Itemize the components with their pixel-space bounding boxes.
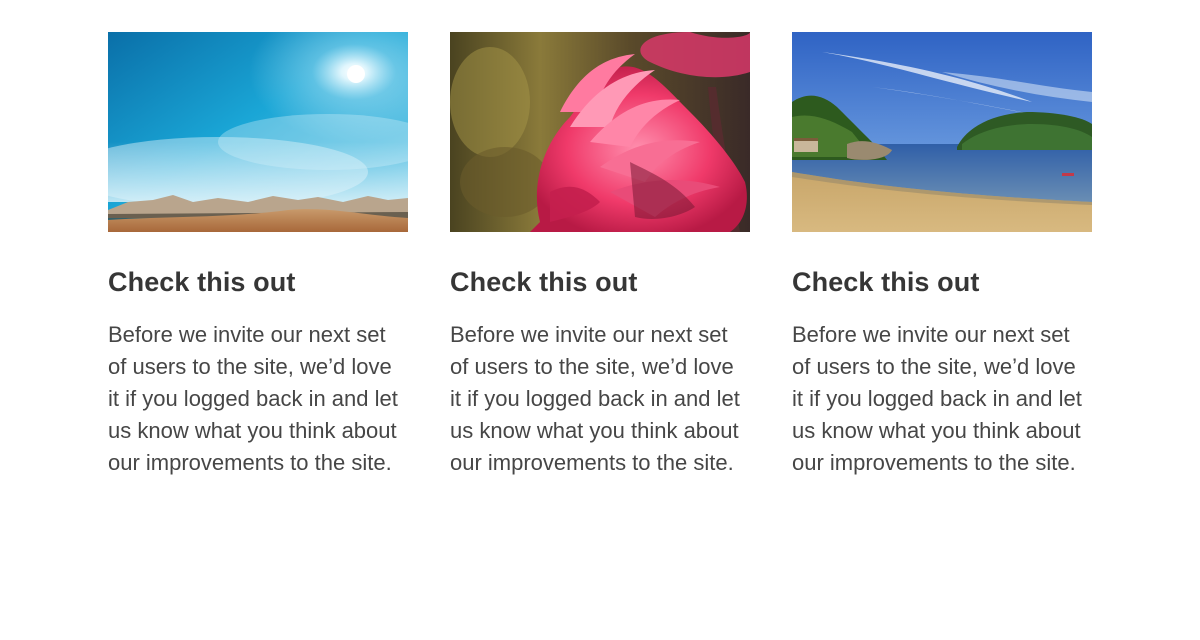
card-body: Before we invite our next set of users t… — [108, 322, 398, 475]
card-coast[interactable]: Check this out Before we invite our next… — [792, 32, 1092, 479]
card-grid: Check this out Before we invite our next… — [108, 32, 1092, 479]
desert-landscape-image[interactable] — [108, 32, 408, 232]
card-flamingo[interactable]: Check this out Before we invite our next… — [450, 32, 750, 479]
card-body: Before we invite our next set of users t… — [450, 322, 740, 475]
pink-flamingo-image[interactable] — [450, 32, 750, 232]
coastal-bay-image[interactable] — [792, 32, 1092, 232]
card-title: Check this out — [450, 267, 638, 297]
card-desert[interactable]: Check this out Before we invite our next… — [108, 32, 408, 479]
card-body: Before we invite our next set of users t… — [792, 322, 1082, 475]
card-title: Check this out — [108, 267, 296, 297]
card-title: Check this out — [792, 267, 980, 297]
